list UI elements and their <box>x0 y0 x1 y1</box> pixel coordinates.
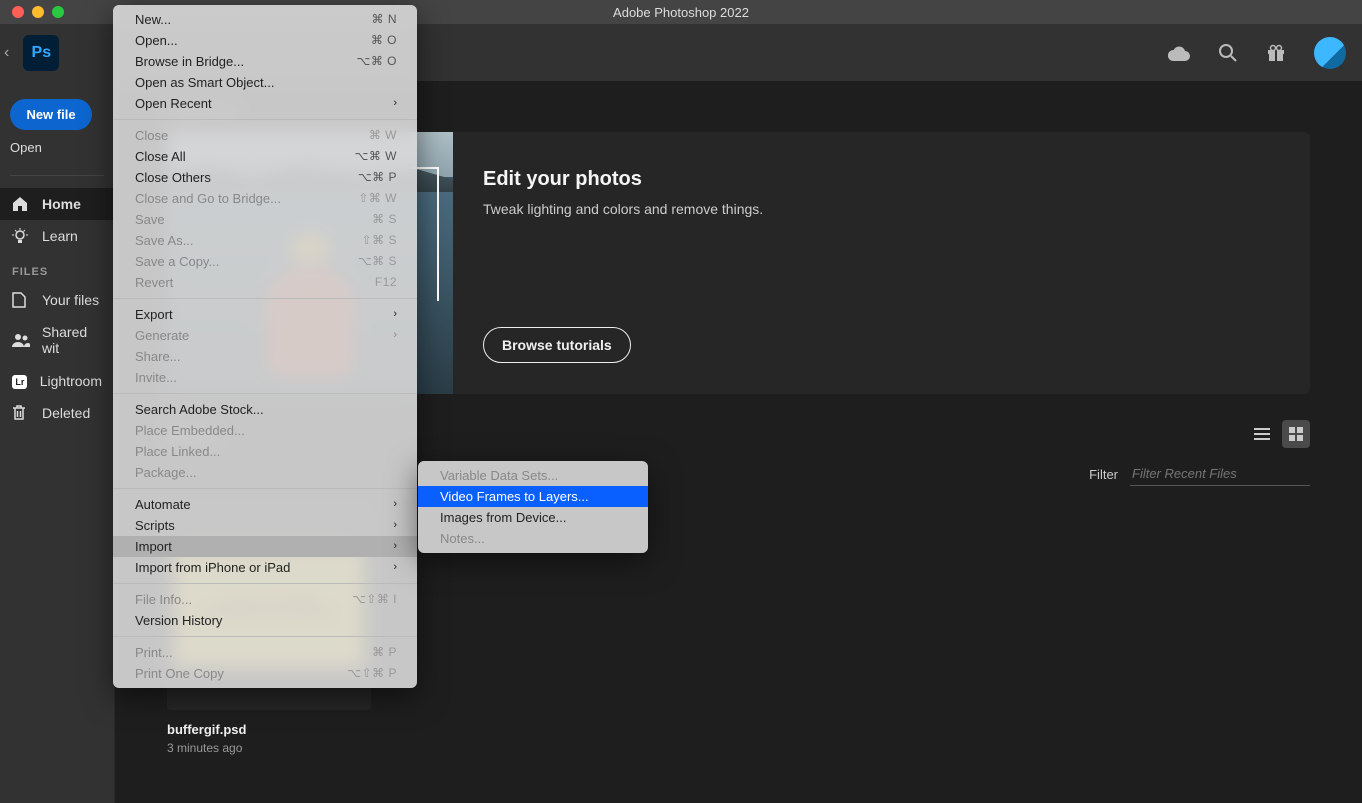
file-time: 3 minutes ago <box>167 737 371 755</box>
menu-item-automate[interactable]: Automate› <box>113 494 417 515</box>
submenu-item-images-from-device[interactable]: Images from Device... <box>418 507 648 528</box>
menu-item-package: Package... <box>113 462 417 483</box>
menu-item-import-from-iphone-or-ipad[interactable]: Import from iPhone or iPad› <box>113 557 417 578</box>
menu-item-open-recent[interactable]: Open Recent› <box>113 93 417 114</box>
menu-item-save: Save⌘ S <box>113 209 417 230</box>
menu-item-close-all[interactable]: Close All⌥⌘ W <box>113 146 417 167</box>
menu-item-close-others[interactable]: Close Others⌥⌘ P <box>113 167 417 188</box>
cloud-icon[interactable] <box>1168 45 1190 61</box>
grid-view-button[interactable] <box>1282 420 1310 448</box>
nav-home[interactable]: Home <box>0 188 114 220</box>
menu-item-file-info: File Info...⌥⇧⌘ I <box>113 589 417 610</box>
menu-item-new[interactable]: New...⌘ N <box>113 9 417 30</box>
new-file-button[interactable]: New file <box>10 99 92 130</box>
menu-item-print-one-copy: Print One Copy⌥⇧⌘ P <box>113 663 417 684</box>
menu-separator <box>113 119 417 120</box>
nav-lightroom-label: Lightroom <box>40 373 102 389</box>
menu-item-browse-in-bridge[interactable]: Browse in Bridge...⌥⌘ O <box>113 51 417 72</box>
menu-item-search-adobe-stock[interactable]: Search Adobe Stock... <box>113 399 417 420</box>
nav-your-files[interactable]: Your files <box>0 284 114 316</box>
nav-learn-label: Learn <box>42 228 78 244</box>
nav-deleted-label: Deleted <box>42 405 90 421</box>
lightroom-icon: Lr <box>12 372 28 389</box>
menu-item-save-a-copy: Save a Copy...⌥⌘ S <box>113 251 417 272</box>
menu-item-invite: Invite... <box>113 367 417 388</box>
menu-separator <box>113 298 417 299</box>
close-window-button[interactable] <box>12 6 24 18</box>
browse-tutorials-button[interactable]: Browse tutorials <box>483 327 631 363</box>
nav-deleted[interactable]: Deleted <box>0 397 114 429</box>
filter-label: Filter <box>1089 467 1118 482</box>
menu-item-close-and-go-to-bridge: Close and Go to Bridge...⇧⌘ W <box>113 188 417 209</box>
menu-item-place-embedded: Place Embedded... <box>113 420 417 441</box>
user-avatar[interactable] <box>1314 37 1346 69</box>
window-controls <box>0 6 64 18</box>
gift-icon[interactable] <box>1266 43 1286 63</box>
chevron-right-icon: › <box>393 538 397 555</box>
files-section-label: FILES <box>0 252 114 284</box>
nav-home-label: Home <box>42 196 81 212</box>
file-icon <box>12 292 30 308</box>
trash-icon <box>12 405 30 421</box>
menu-item-open-as-smart-object[interactable]: Open as Smart Object... <box>113 72 417 93</box>
chevron-right-icon: › <box>393 517 397 534</box>
nav-your-files-label: Your files <box>42 292 99 308</box>
chevron-right-icon: › <box>393 95 397 112</box>
chevron-right-icon: › <box>393 496 397 513</box>
chevron-right-icon: › <box>393 306 397 323</box>
lightbulb-icon <box>12 228 30 244</box>
sidebar: New file Open Home Learn FILES Your file… <box>0 81 115 803</box>
minimize-window-button[interactable] <box>32 6 44 18</box>
menu-item-export[interactable]: Export› <box>113 304 417 325</box>
window-title: Adobe Photoshop 2022 <box>613 5 749 20</box>
submenu-item-variable-data-sets: Variable Data Sets... <box>418 465 648 486</box>
submenu-item-video-frames-to-layers[interactable]: Video Frames to Layers... <box>418 486 648 507</box>
photoshop-logo: Ps <box>23 35 59 71</box>
menu-item-print: Print...⌘ P <box>113 642 417 663</box>
nav-lightroom[interactable]: Lr Lightroom <box>0 364 114 397</box>
file-name: buffergif.psd <box>167 710 371 737</box>
nav-learn[interactable]: Learn <box>0 220 114 252</box>
nav-shared[interactable]: Shared wit <box>0 316 114 364</box>
sidebar-divider <box>10 175 104 176</box>
hero-subtitle: Tweak lighting and colors and remove thi… <box>483 201 1280 217</box>
list-view-button[interactable] <box>1248 420 1276 448</box>
chevron-right-icon: › <box>393 559 397 576</box>
menu-item-import[interactable]: Import› <box>113 536 417 557</box>
menu-separator <box>113 488 417 489</box>
menu-separator <box>113 583 417 584</box>
open-button[interactable]: Open <box>10 130 42 163</box>
menu-separator <box>113 393 417 394</box>
menu-item-save-as: Save As...⇧⌘ S <box>113 230 417 251</box>
maximize-window-button[interactable] <box>52 6 64 18</box>
filter-recent-input[interactable] <box>1130 462 1310 486</box>
nav-shared-label: Shared wit <box>42 324 102 356</box>
menu-item-version-history[interactable]: Version History <box>113 610 417 631</box>
menu-item-generate: Generate› <box>113 325 417 346</box>
file-menu[interactable]: New...⌘ NOpen...⌘ OBrowse in Bridge...⌥⌘… <box>113 5 417 688</box>
people-icon <box>12 333 30 347</box>
hero-title: Edit your photos <box>483 168 1280 191</box>
search-icon[interactable] <box>1218 43 1238 63</box>
menu-item-close: Close⌘ W <box>113 125 417 146</box>
menu-item-open[interactable]: Open...⌘ O <box>113 30 417 51</box>
menu-item-place-linked: Place Linked... <box>113 441 417 462</box>
import-submenu[interactable]: Variable Data Sets...Video Frames to Lay… <box>418 461 648 553</box>
menu-separator <box>113 636 417 637</box>
home-icon <box>12 196 30 212</box>
back-chevron-icon[interactable]: ‹ <box>0 44 13 62</box>
submenu-item-notes: Notes... <box>418 528 648 549</box>
menu-item-share: Share... <box>113 346 417 367</box>
menu-item-revert: RevertF12 <box>113 272 417 293</box>
menu-item-scripts[interactable]: Scripts› <box>113 515 417 536</box>
chevron-right-icon: › <box>393 327 397 344</box>
